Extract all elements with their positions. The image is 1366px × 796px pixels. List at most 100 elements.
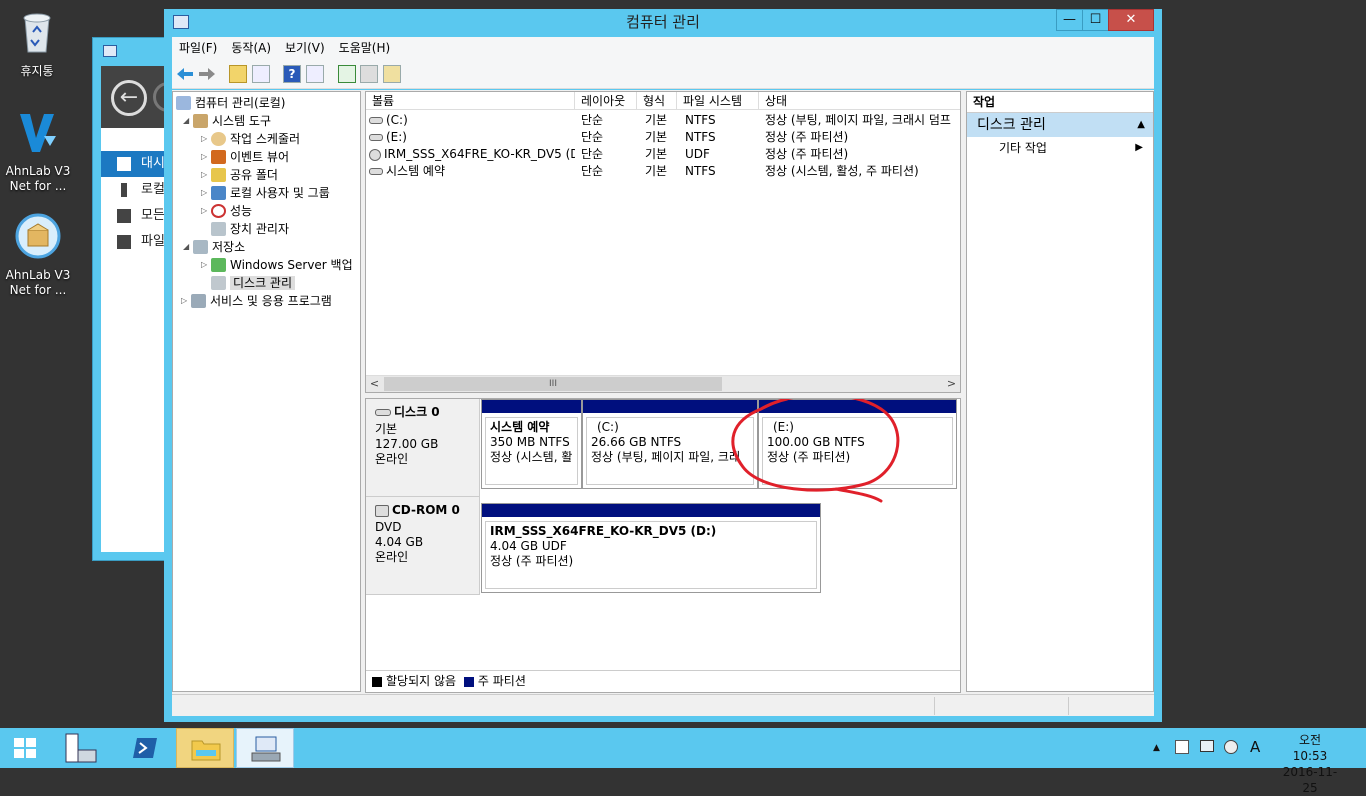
taskbar-server-manager[interactable] [52, 728, 110, 768]
disk-row-cdrom[interactable]: CD-ROM 0 DVD 4.04 GB 온라인 IRM_SSS_X64FRE_… [366, 497, 960, 595]
menu-help[interactable]: 도움말(H) [332, 37, 398, 59]
taskbar-powershell[interactable] [116, 728, 174, 768]
disk-type: 기본 [375, 422, 398, 436]
start-button[interactable] [0, 728, 52, 768]
expanded-icon[interactable]: ◢ [183, 238, 193, 256]
maximize-button[interactable]: ☐ [1082, 9, 1109, 31]
disk-label[interactable]: CD-ROM 0 DVD 4.04 GB 온라인 [366, 497, 480, 595]
close-button[interactable]: ✕ [1108, 9, 1154, 31]
ime-indicator[interactable]: A [1250, 738, 1260, 756]
status-segment [1068, 697, 1154, 715]
tree-node-services[interactable]: ▷ 서비스 및 응용 프로그램 [181, 292, 332, 310]
menu-action[interactable]: 동작(A) [224, 37, 278, 59]
volume-list[interactable]: 볼륨 레이아웃 형식 파일 시스템 상태 (C:) 단순 기본 NTFS 정상 … [365, 91, 961, 393]
taskbar: ▲ A 오전 10:53 2016-11-25 [0, 728, 1366, 795]
table-row[interactable]: (E:) 단순 기본 NTFS 정상 (주 파티션) [366, 129, 960, 146]
tree-node-disk-management[interactable]: 디스크 관리 [211, 274, 296, 292]
tree-node-system-tools[interactable]: ◢ 시스템 도구 [183, 112, 271, 130]
column-header-file-system[interactable]: 파일 시스템 [677, 92, 759, 110]
recycle-bin-icon [23, 13, 51, 53]
scroll-right-icon[interactable]: > [943, 376, 960, 392]
properties-icon[interactable] [360, 65, 378, 83]
expanded-icon[interactable]: ◢ [183, 112, 193, 130]
bg-navbar: ← [101, 66, 183, 128]
up-folder-icon[interactable] [229, 65, 247, 83]
collapsed-icon[interactable]: ▷ [181, 292, 191, 310]
column-header-volume[interactable]: 볼륨 [366, 92, 575, 110]
server-manager-icon [65, 733, 97, 763]
collapse-icon[interactable]: ▲ [1137, 113, 1145, 137]
status-bar [172, 694, 1154, 716]
collapsed-icon[interactable]: ▷ [201, 166, 211, 184]
menu-bar: 파일(F) 동작(A) 보기(V) 도움말(H) [172, 37, 1154, 59]
properties-pane-icon[interactable] [306, 65, 324, 83]
collapsed-icon[interactable]: ▷ [201, 148, 211, 166]
taskbar-computer-management[interactable] [236, 728, 294, 768]
hard-disk-icon [375, 409, 391, 416]
tree-node-device-manager[interactable]: 장치 관리자 [211, 220, 289, 238]
collapsed-icon[interactable]: ▷ [201, 202, 211, 220]
partition-system-reserved[interactable]: 시스템 예약 350 MB NTFS 정상 (시스템, 활 [481, 399, 582, 489]
navigation-tree[interactable]: 컴퓨터 관리(로컬) ◢ 시스템 도구 ▷ 작업 스케줄러 ▷ 이벤트 뷰어 ▷ 공유 … [172, 91, 361, 692]
table-row[interactable]: (C:) 단순 기본 NTFS 정상 (부팅, 페이지 파일, 크래시 덤프 [366, 112, 960, 129]
show-hide-tree-icon[interactable] [252, 65, 270, 83]
cdrom-icon [375, 504, 389, 517]
collapsed-icon[interactable]: ▷ [201, 256, 211, 274]
tree-node-performance[interactable]: ▷ 성능 [201, 202, 252, 220]
help-icon[interactable]: ? [283, 65, 301, 83]
bg-sidebar-item-local[interactable]: 로컬 [101, 177, 171, 203]
taskbar-file-explorer[interactable] [176, 728, 234, 768]
collapsed-icon[interactable]: ▷ [201, 184, 211, 202]
actions-section-disk-management[interactable]: 디스크 관리 ▲ [967, 113, 1153, 137]
unallocated-swatch [372, 676, 382, 687]
back-icon[interactable] [176, 66, 194, 82]
horizontal-scrollbar[interactable]: < III > [366, 375, 960, 392]
refresh-icon[interactable] [338, 65, 356, 83]
tree-node-shared-folders[interactable]: ▷ 공유 폴더 [201, 166, 278, 184]
column-header-status[interactable]: 상태 [759, 92, 962, 110]
tree-node-storage[interactable]: ◢ 저장소 [183, 238, 245, 256]
action-center-icon[interactable] [1175, 740, 1189, 754]
actions-more[interactable]: 기타 작업 ▶ [967, 137, 1153, 159]
bg-sidebar-item-all[interactable]: 모든 [101, 203, 171, 229]
title-bar[interactable]: 컴퓨터 관리 — ☐ ✕ [164, 9, 1162, 37]
desktop-icon-ahnlab-update[interactable]: AhnLab V3 Net for ... [2, 212, 74, 298]
bg-sidebar-item-dashboard[interactable]: 대시 [101, 151, 171, 177]
menu-view[interactable]: 보기(V) [278, 37, 332, 59]
tree-node-server-backup[interactable]: ▷ Windows Server 백업 [201, 256, 353, 274]
desktop-icon-ahnlab-v3[interactable]: AhnLab V3 Net for ... [2, 108, 74, 194]
computer-management-window[interactable]: 컴퓨터 관리 — ☐ ✕ 파일(F) 동작(A) 보기(V) 도움말(H) ? 컴퓨터… [164, 9, 1162, 722]
background-window[interactable]: ← 대시 로컬 모든 파일 [92, 37, 183, 561]
tree-node-task-scheduler[interactable]: ▷ 작업 스케줄러 [201, 130, 300, 148]
tree-node-computer-management[interactable]: 컴퓨터 관리(로컬) [176, 94, 285, 112]
disk-label[interactable]: 디스크 0 기본 127.00 GB 온라인 [366, 399, 480, 497]
tree-node-event-viewer[interactable]: ▷ 이벤트 뷰어 [201, 148, 289, 166]
tray-chevron-icon[interactable]: ▲ [1153, 743, 1160, 753]
forward-icon[interactable] [198, 66, 216, 82]
menu-file[interactable]: 파일(F) [172, 37, 224, 59]
column-header-layout[interactable]: 레이아웃 [575, 92, 637, 110]
performance-icon [211, 204, 226, 218]
table-row[interactable]: IRM_SSS_X64FRE_KO-KR_DV5 (D:) 단순 기본 UDF … [366, 146, 960, 163]
collapsed-icon[interactable]: ▷ [201, 130, 211, 148]
table-row[interactable]: 시스템 예약 단순 기본 NTFS 정상 (시스템, 활성, 주 파티션) [366, 163, 960, 180]
server-backup-icon [211, 258, 226, 272]
legend: 할당되지 않음 주 파티션 [366, 670, 960, 692]
volume-icon[interactable] [1224, 740, 1238, 754]
disk-type: DVD [375, 520, 402, 534]
disk-graphical-view[interactable]: 디스크 0 기본 127.00 GB 온라인 시스템 예약 350 MB NTFS… [365, 398, 961, 693]
clock[interactable]: 오전 10:53 2016-11-25 [1280, 732, 1340, 796]
desktop-icon-recycle-bin[interactable]: 휴지통 [1, 8, 73, 79]
network-icon[interactable] [1200, 740, 1214, 752]
column-header-type[interactable]: 형식 [637, 92, 677, 110]
settings-icon[interactable] [383, 65, 401, 83]
partition-d[interactable]: IRM_SSS_X64FRE_KO-KR_DV5 (D:) 4.04 GB UDF… [481, 503, 821, 593]
computer-management-icon [176, 96, 191, 110]
scroll-thumb[interactable]: III [384, 377, 722, 391]
tree-node-local-users[interactable]: ▷ 로컬 사용자 및 그룹 [201, 184, 330, 202]
minimize-button[interactable]: — [1056, 9, 1083, 31]
local-server-icon [121, 183, 127, 197]
scroll-left-icon[interactable]: < [366, 376, 383, 392]
bg-sidebar-item-file[interactable]: 파일 [101, 229, 171, 255]
back-arrow-icon[interactable]: ← [111, 80, 147, 116]
